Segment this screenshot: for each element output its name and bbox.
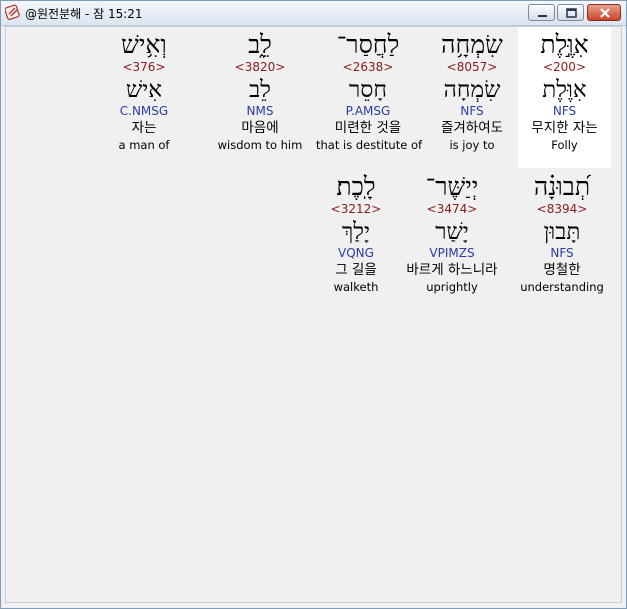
hebrew-word: וְאִ֥ישׁ [121,30,167,59]
korean-gloss: 마음에 [241,120,279,136]
parse-code: P.AMSG [345,104,391,118]
word-card[interactable]: שִׂמְחָ֥ה <8057> שִׂמְחָה NFS 즐겨하여도 is j… [420,30,524,152]
parse-code: NFS [552,104,577,118]
strong-number[interactable]: <2638> [316,60,420,75]
english-gloss: understanding [520,280,604,294]
english-gloss: that is destitute of [316,138,423,152]
parse-code: VPIMZS [429,246,475,260]
parse-code: NFS [550,246,574,260]
maximize-button[interactable] [557,4,584,21]
lemma-word: אִישׁ [125,77,163,103]
hebrew-word: שִׂמְחָ֥ה [441,30,503,59]
hebrew-word: אִוֶּ֣לֶת [540,30,589,59]
english-gloss: uprightly [426,280,478,294]
korean-gloss: 미련한 것을 [334,120,402,136]
lemma-word: חָסֵר [349,77,387,103]
word-analysis-panel: וְאִ֥ישׁ <376> אִישׁ C.NMSG 자는 a man of … [5,26,622,603]
strong-number[interactable]: <200> [518,60,611,75]
app-icon [5,4,20,20]
english-gloss: a man of [118,138,170,152]
korean-gloss: 무지한 자는 [531,120,598,136]
korean-gloss: 명철한 [543,262,581,278]
strong-number[interactable]: <8394> [510,202,614,217]
parse-code: NFS [460,104,484,118]
english-gloss: wisdom to him [217,138,303,152]
word-card[interactable]: וְאִ֥ישׁ <376> אִישׁ C.NMSG 자는 a man of [92,30,196,152]
lemma-word: אִוֶּלֶת [542,77,587,103]
hebrew-word: תְ֝בוּנָ֗ה [533,172,591,201]
strong-number[interactable]: <3474> [390,202,514,217]
word-card[interactable]: לַחֲסַר־ <2638> חָסֵר P.AMSG 미련한 것을 that… [316,30,423,152]
close-button[interactable] [587,4,621,21]
hebrew-word: לַחֲסַר־ [336,30,400,59]
korean-gloss: 즐겨하여도 [440,120,504,136]
minimize-button[interactable] [528,4,555,21]
english-gloss: Folly [551,138,578,152]
word-card[interactable]: לֵ֑ב <3820> לֵב NMS 마음에 wisdom to him [208,30,312,152]
strong-number[interactable]: <3820> [208,60,312,75]
lemma-word: יָשַׁר [435,219,469,245]
title-bar[interactable]: @원전분해 - 잠 15:21 [1,1,626,26]
lemma-word: שִׂמְחָה [443,77,501,103]
hebrew-word: לֵ֑ב [248,30,272,59]
word-card-selected[interactable]: אִוֶּ֣לֶת <200> אִוֶּלֶת NFS 무지한 자는 Foll… [518,27,611,168]
strong-number[interactable]: <8057> [420,60,524,75]
app-window: @원전분해 - 잠 15:21 וְאִ֥ישׁ <376> אִישׁ C.N… [0,0,627,609]
word-card[interactable]: יְיַשֶּׁר־ <3474> יָשַׁר VPIMZS 바르게 하느니라… [390,172,514,294]
maximize-icon [566,8,577,18]
lemma-word: תָּבוּן [543,219,581,245]
close-icon [600,8,610,18]
minimize-icon [538,15,547,17]
lemma-word: לֵב [249,77,271,103]
korean-gloss: 바르게 하느니라 [406,262,498,278]
hebrew-word: יְיַשֶּׁר־ [425,172,479,201]
word-card[interactable]: תְ֝בוּנָ֗ה <8394> תָּבוּן NFS 명철한 unders… [510,172,614,294]
window-title: @원전분해 - 잠 15:21 [25,7,143,21]
english-gloss: is joy to [449,138,495,152]
parse-code: NMS [246,104,274,118]
parse-code: C.NMSG [119,104,169,118]
korean-gloss: 자는 [131,120,157,136]
strong-number[interactable]: <376> [92,60,196,75]
